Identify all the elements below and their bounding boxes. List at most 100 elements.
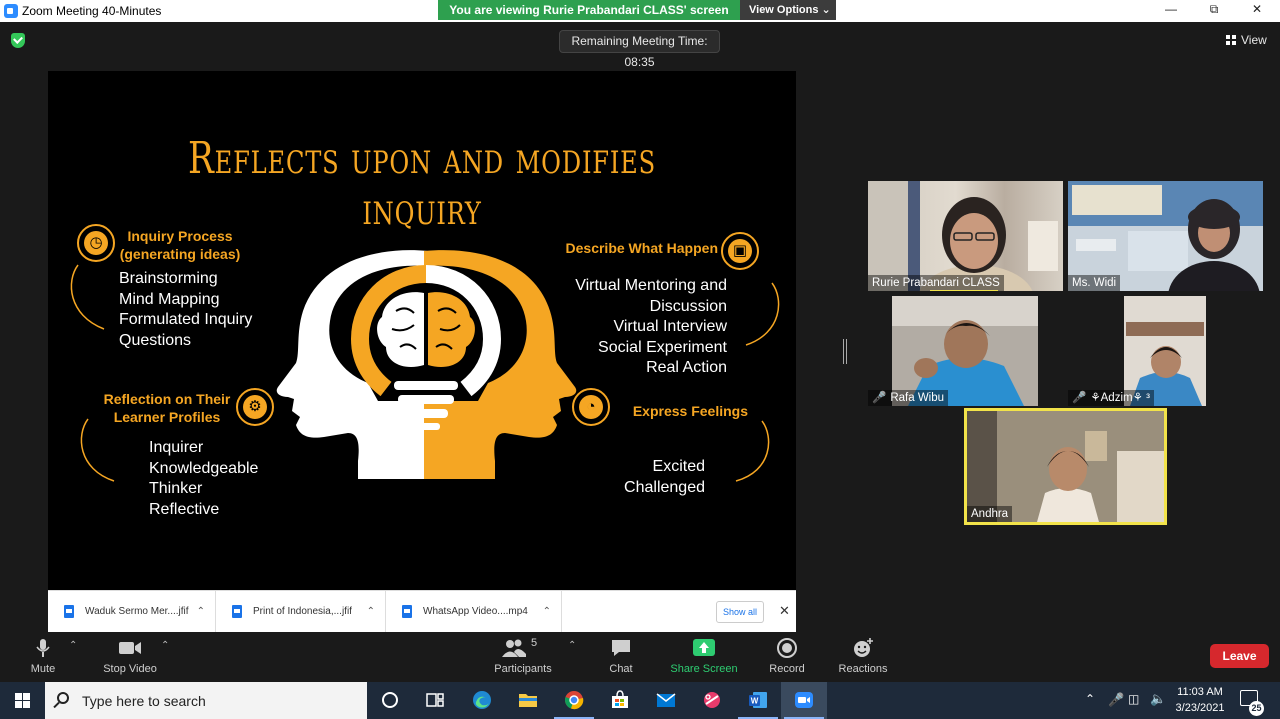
- shared-screen[interactable]: Reflects upon and modifies inquiry ◷ Inq…: [48, 71, 796, 590]
- chevron-down-icon: ⌄: [821, 4, 831, 16]
- view-label: View: [1241, 33, 1267, 47]
- participant-name: Rurie Prabandari CLASS: [868, 275, 1004, 291]
- taskbar-search[interactable]: [45, 682, 367, 719]
- search-input[interactable]: [82, 691, 352, 711]
- task-view-icon: [426, 693, 444, 707]
- clock-icon: ◷: [77, 224, 115, 262]
- reactions-button[interactable]: Reactions: [834, 632, 892, 675]
- list-item: Reflective: [149, 500, 220, 518]
- participant-name: 🎤 ⚘Adzim⚘ ³: [1068, 390, 1154, 406]
- close-icon[interactable]: ✕: [1248, 2, 1266, 18]
- network-icon[interactable]: ◫: [1128, 692, 1139, 706]
- list-item: Social Experiment: [598, 338, 727, 356]
- participants-count: 5: [531, 637, 538, 649]
- chat-button[interactable]: Chat: [600, 632, 642, 675]
- windows-logo-icon: [15, 693, 30, 708]
- chevron-up-icon[interactable]: ⌃: [568, 640, 576, 651]
- panel-splitter[interactable]: [843, 339, 847, 364]
- folder-icon: [519, 694, 537, 707]
- participant-name-text: Rafa Wibu: [890, 392, 945, 404]
- leave-button[interactable]: Leave: [1210, 644, 1269, 668]
- zoom-app-icon: [795, 692, 813, 708]
- list-item: Knowledgeable: [149, 459, 259, 477]
- record-label: Record: [769, 663, 805, 675]
- svg-text:W: W: [751, 697, 759, 706]
- reactions-label: Reactions: [838, 663, 888, 675]
- file-icon: [402, 605, 412, 618]
- inquiry-process-list: Brainstorming Mind Mapping Formulated In…: [119, 269, 252, 351]
- start-button[interactable]: [0, 682, 45, 719]
- chevron-up-icon[interactable]: ⌃: [197, 591, 205, 633]
- participants-button[interactable]: 5 Participants: [490, 632, 556, 675]
- share-screen-button[interactable]: Share Screen: [668, 632, 740, 675]
- cortana-button[interactable]: [367, 682, 413, 719]
- close-icon[interactable]: ✕: [779, 603, 790, 619]
- download-item[interactable]: WhatsApp Video....mp4 ⌃: [386, 591, 562, 633]
- restore-icon[interactable]: ⧉: [1205, 2, 1223, 18]
- view-options-button[interactable]: View Options ⌄: [740, 0, 836, 20]
- viewing-banner: You are viewing Rurie Prabandari CLASS' …: [438, 0, 740, 20]
- speaking-indicator: [930, 290, 998, 291]
- chevron-up-icon[interactable]: ⌃: [1085, 692, 1095, 706]
- smiley-plus-icon: [854, 638, 873, 657]
- heading-line: Reflection on Their: [103, 391, 231, 407]
- notification-count-badge: 25: [1249, 701, 1264, 716]
- download-bar: Waduk Sermo Mer....jfif ⌃ Print of Indon…: [48, 590, 796, 633]
- remaining-time: Remaining Meeting Time: 08:35: [559, 30, 720, 69]
- bulb-base-2: [398, 395, 454, 404]
- inquiry-process-heading: Inquiry Process (generating ideas): [118, 227, 242, 263]
- participants-label: Participants: [494, 663, 552, 675]
- security-shield-icon[interactable]: [11, 33, 25, 48]
- mute-button[interactable]: Mute: [16, 632, 70, 675]
- edge-button[interactable]: [459, 682, 505, 719]
- title-bar: Zoom Meeting 40-Minutes You are viewing …: [0, 0, 1280, 22]
- chevron-up-icon[interactable]: ⌃: [543, 591, 551, 633]
- participant-name: 🎤 Rafa Wibu: [868, 390, 949, 406]
- microphone-icon: [36, 639, 50, 657]
- reflection-heading: Reflection on Their Learner Profiles: [100, 390, 234, 426]
- taskbar-clock[interactable]: 11:03 AM 3/23/2021: [1168, 684, 1232, 716]
- mic-muted-icon: 🎤: [1072, 392, 1087, 404]
- show-all-button[interactable]: Show all: [716, 601, 764, 623]
- meeting-toolbar: Mute ⌃ Stop Video ⌃ 5 Participants ⌃ Cha…: [0, 632, 1280, 682]
- download-item[interactable]: Waduk Sermo Mer....jfif ⌃: [48, 591, 216, 633]
- mute-label: Mute: [30, 663, 56, 675]
- zoom-button[interactable]: [781, 682, 827, 719]
- list-item: Inquirer: [149, 439, 204, 456]
- view-button[interactable]: View: [1226, 33, 1267, 47]
- volume-icon[interactable]: 🔈: [1150, 691, 1166, 707]
- view-options-label: View Options: [749, 4, 819, 16]
- gears-icon: ⚙: [236, 388, 274, 426]
- window-title: Zoom Meeting 40-Minutes: [22, 4, 162, 18]
- video-tile-active[interactable]: Andhra: [964, 408, 1167, 525]
- arc-bottom-left: [80, 418, 115, 482]
- download-item[interactable]: Print of Indonesia,...jfif ⌃: [216, 591, 386, 633]
- video-tile[interactable]: Rurie Prabandari CLASS: [868, 181, 1063, 291]
- list-item: Formulated Inquiry: [119, 311, 253, 328]
- list-item: Thinker: [149, 480, 203, 497]
- word-button[interactable]: W: [735, 682, 781, 719]
- express-list: Excited Challenged: [588, 457, 705, 498]
- record-button[interactable]: Record: [764, 632, 810, 675]
- record-icon: [777, 638, 797, 658]
- chevron-up-icon[interactable]: ⌃: [367, 591, 375, 633]
- video-tile[interactable]: 🎤 Rafa Wibu: [868, 296, 1063, 406]
- arc-top-right: [745, 282, 780, 346]
- list-item: Virtual Mentoring and: [575, 277, 727, 294]
- snip-sketch-button[interactable]: [689, 682, 735, 719]
- chevron-up-icon[interactable]: ⌃: [69, 640, 77, 651]
- file-explorer-button[interactable]: [505, 682, 551, 719]
- list-item: Real Action: [646, 359, 727, 376]
- microphone-icon[interactable]: 🎤: [1108, 692, 1124, 708]
- chevron-up-icon[interactable]: ⌃: [161, 640, 169, 651]
- video-tile[interactable]: 🎤 ⚘Adzim⚘ ³: [1068, 296, 1263, 406]
- task-view-button[interactable]: [412, 682, 458, 719]
- minimize-icon[interactable]: —: [1162, 2, 1180, 18]
- list-item: Challenged: [624, 478, 705, 496]
- video-tile[interactable]: Ms. Widi: [1068, 181, 1263, 291]
- chrome-button[interactable]: [551, 682, 597, 719]
- mail-button[interactable]: [643, 682, 689, 719]
- download-filename: WhatsApp Video....mp4: [423, 606, 528, 617]
- stop-video-button[interactable]: Stop Video: [98, 632, 162, 675]
- store-button[interactable]: [597, 682, 643, 719]
